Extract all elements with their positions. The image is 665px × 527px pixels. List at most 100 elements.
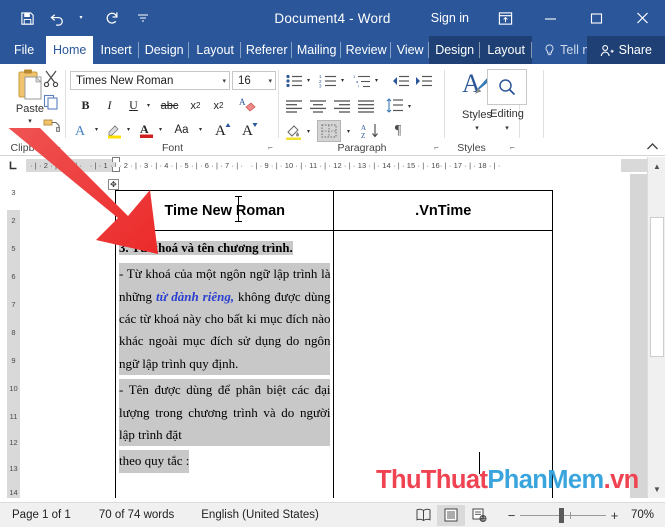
bullets-icon[interactable] [283,70,305,91]
multilevel-dropdown-icon[interactable]: ▾ [371,70,382,91]
line-spacing-dropdown-icon[interactable]: ▾ [404,96,415,117]
justify-icon[interactable] [355,96,377,117]
tab-home[interactable]: Home [46,36,94,64]
table-move-handle[interactable]: ✥ [108,179,119,190]
bold-icon[interactable]: B [75,95,96,116]
tab-table-design[interactable]: Design [429,36,481,64]
tab-layout[interactable]: Layout [189,36,242,64]
tab-references[interactable]: Referer [241,36,293,64]
table-header-cell-right[interactable]: .VnTime [333,190,553,231]
read-mode-icon[interactable] [409,505,437,526]
text-effects-icon[interactable]: A [72,119,93,140]
close-icon[interactable] [619,0,665,36]
italic-icon[interactable]: I [99,95,120,116]
status-language[interactable]: English (United States) [201,509,319,521]
share-button[interactable]: Share [586,36,665,64]
web-layout-icon[interactable] [465,505,493,526]
redo-icon[interactable] [103,9,121,27]
font-color-dropdown-icon[interactable]: ▾ [155,119,166,140]
status-page-count[interactable]: Page 1 of 1 [12,509,71,521]
zoom-slider-thumb[interactable] [559,507,564,523]
show-formatting-marks-icon[interactable]: ¶ [387,120,409,141]
editing-dropdown-icon[interactable]: ▾ [480,124,534,132]
tab-review[interactable]: Review [341,36,392,64]
save-icon[interactable] [18,9,36,27]
tab-stop-selector-icon[interactable] [0,157,26,174]
horizontal-ruler[interactable]: · | · 2 · | · 1 · | · · | · 1 · | · 2 · … [0,157,647,174]
ruler-track[interactable]: · | · 2 · | · 1 · | · · | · 1 · | · 2 · … [26,157,647,172]
tab-mailings[interactable]: Mailing [292,36,342,64]
borders-icon[interactable] [317,120,341,142]
font-size-dropdown-icon[interactable]: ▾ [268,77,272,85]
subscript-icon[interactable]: x2 [185,95,206,116]
font-name-dropdown-icon[interactable]: ▾ [222,77,226,85]
minimize-icon[interactable] [527,0,573,36]
line-spacing-icon[interactable] [384,95,406,116]
borders-dropdown-icon[interactable]: ▾ [343,121,354,142]
strikethrough-icon[interactable]: abc [156,95,183,116]
font-name-input[interactable]: Times New Roman ▾ [70,71,230,90]
clear-formatting-icon[interactable]: A [238,94,259,115]
increase-indent-icon[interactable] [413,70,435,91]
tab-design[interactable]: Design [139,36,190,64]
status-word-count[interactable]: 70 of 74 words [99,509,174,521]
bullets-dropdown-icon[interactable]: ▾ [303,70,314,91]
scroll-down-icon[interactable]: ▼ [648,480,665,498]
text-highlight-color-icon[interactable] [104,119,125,140]
sign-in-button[interactable]: Sign in [417,11,483,25]
cut-icon[interactable] [40,68,62,89]
decrease-indent-icon[interactable] [390,70,412,91]
shrink-font-icon[interactable]: A [241,118,262,139]
undo-icon[interactable] [49,9,67,27]
superscript-icon[interactable]: x2 [208,95,229,116]
format-painter-icon[interactable] [40,113,62,134]
align-left-icon[interactable] [283,96,305,117]
document-canvas[interactable]: ✥ Time New Roman .VnTime 3. Từ khoá và t… [26,174,647,498]
first-line-indent-marker[interactable] [112,157,120,162]
vertical-ruler[interactable]: 3 2 5 6 7 8 9 10 11 12 13 14 [0,174,26,498]
zoom-in-button[interactable]: + [606,508,623,523]
styles-dialog-launcher-icon[interactable]: ⌐ [507,142,518,153]
font-color-icon[interactable]: A [136,119,157,140]
clipboard-dialog-launcher-icon[interactable]: ⌐ [53,142,64,153]
paste-dropdown-icon[interactable]: ▾ [28,117,32,125]
shading-icon[interactable] [283,121,305,142]
table-body-cell-left[interactable]: 3. Từ khoá và tên chương trình. - Từ kho… [114,230,335,498]
hanging-indent-marker[interactable] [112,167,120,172]
zoom-control[interactable]: − + 70% [503,503,665,527]
copy-icon[interactable] [40,91,62,112]
tab-table-layout[interactable]: Layout [480,36,533,64]
print-layout-icon[interactable] [437,504,465,526]
document-table[interactable]: Time New Roman .VnTime 3. Từ khoá và tên… [114,190,553,498]
table-header-cell-left[interactable]: Time New Roman [114,190,335,231]
highlight-dropdown-icon[interactable]: ▾ [123,119,134,140]
font-dialog-launcher-icon[interactable]: ⌐ [265,142,276,153]
scroll-up-icon[interactable]: ▲ [648,157,665,175]
zoom-slider[interactable] [520,503,606,527]
undo-dropdown-icon[interactable]: ▾ [72,9,90,27]
collapse-ribbon-icon[interactable] [646,142,659,154]
customize-qat-icon[interactable] [134,9,152,27]
editing-find-icon[interactable] [487,69,527,105]
table-body-cell-right[interactable] [333,230,553,498]
zoom-out-button[interactable]: − [503,508,520,523]
align-center-icon[interactable] [307,96,329,117]
ribbon-display-options-icon[interactable] [483,0,527,36]
multilevel-list-icon[interactable]: 1ai [351,70,373,91]
maximize-icon[interactable] [573,0,619,36]
sort-icon[interactable]: AZ [359,120,381,141]
font-size-input[interactable]: 16 ▾ [232,71,276,90]
numbering-dropdown-icon[interactable]: ▾ [337,70,348,91]
shading-dropdown-icon[interactable]: ▾ [303,121,314,142]
tab-insert[interactable]: Insert [93,36,140,64]
vertical-scrollbar[interactable]: ▲ ▼ [647,157,665,498]
tab-view[interactable]: View [391,36,430,64]
grow-font-icon[interactable]: A [214,118,235,139]
styles-dropdown-icon[interactable]: ▾ [475,124,479,132]
numbering-icon[interactable]: 123 [317,70,339,91]
tab-file[interactable]: File [0,36,46,64]
underline-dropdown-icon[interactable]: ▾ [143,95,154,116]
text-effects-dropdown-icon[interactable]: ▾ [91,119,102,140]
change-case-dropdown-icon[interactable]: ▾ [195,119,206,140]
underline-icon[interactable]: U [123,95,144,116]
